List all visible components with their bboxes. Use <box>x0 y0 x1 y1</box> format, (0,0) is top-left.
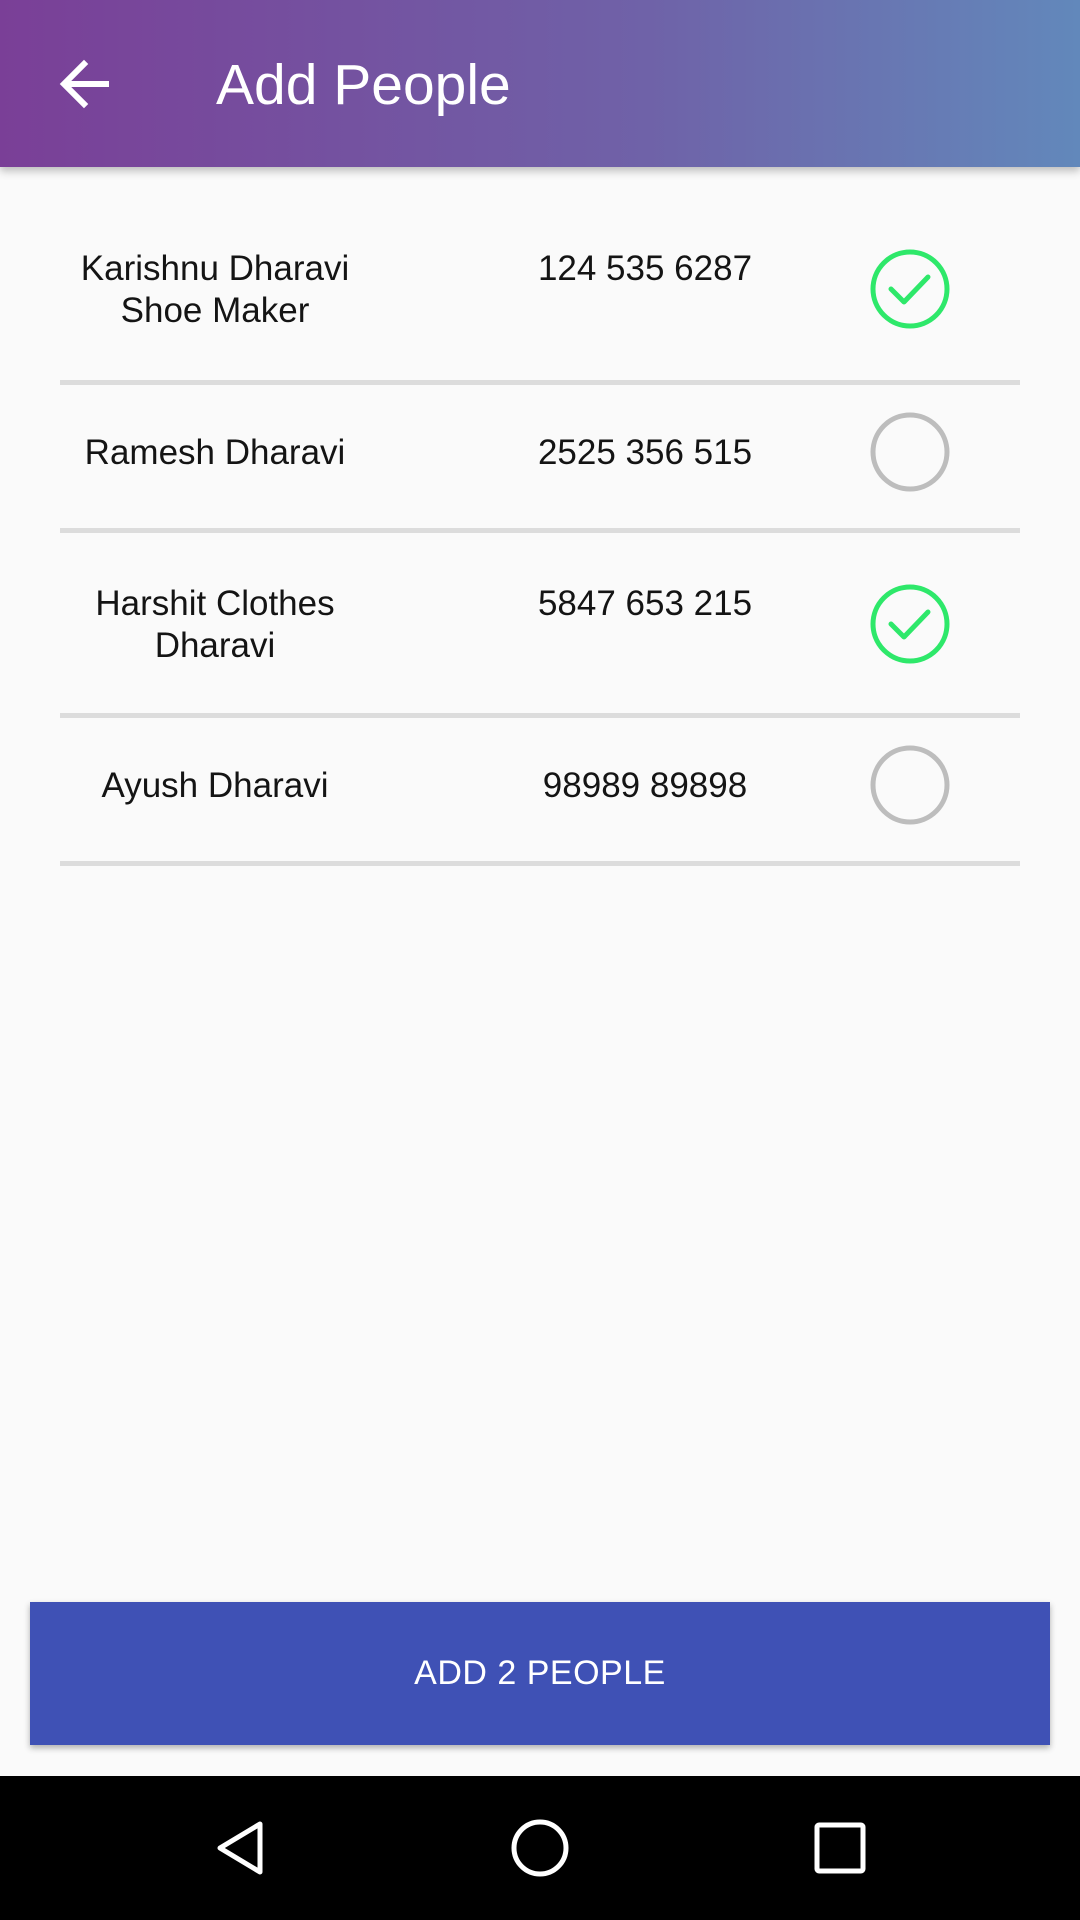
app-bar: Add People <box>0 0 1080 167</box>
list-item[interactable]: Ayush Dharavi 98989 89898 <box>60 718 1020 866</box>
arrow-back-icon <box>59 59 109 109</box>
contact-name: Harshit Clothes Dharavi <box>60 583 370 667</box>
unchecked-circle-icon[interactable] <box>869 744 951 826</box>
contact-name-line2: Shoe Maker <box>120 291 310 330</box>
contact-name-line1: Ramesh Dharavi <box>84 433 346 472</box>
contact-name-line1: Harshit Clothes <box>95 584 335 623</box>
contact-list: Karishnu Dharavi Shoe Maker 124 535 6287… <box>60 167 1020 866</box>
checked-circle-icon[interactable] <box>869 583 951 665</box>
nav-home-button[interactable] <box>490 1798 590 1898</box>
unchecked-circle-icon[interactable] <box>869 411 951 493</box>
nav-home-icon <box>511 1819 569 1877</box>
page-title: Add People <box>216 53 511 117</box>
contact-name-line1: Ayush Dharavi <box>101 766 329 805</box>
contact-phone: 124 535 6287 <box>537 249 753 288</box>
nav-back-icon <box>217 1821 263 1875</box>
list-item[interactable]: Ramesh Dharavi 2525 356 515 <box>60 385 1020 533</box>
contact-phone: 5847 653 215 <box>537 584 753 623</box>
contact-name-line1: Karishnu Dharavi <box>80 249 350 288</box>
contact-phone: 2525 356 515 <box>537 433 753 472</box>
list-item[interactable]: Harshit Clothes Dharavi 5847 653 215 <box>60 533 1020 718</box>
back-button[interactable] <box>40 44 128 124</box>
contact-name: Karishnu Dharavi Shoe Maker <box>60 248 370 332</box>
contact-phone: 98989 89898 <box>542 766 748 805</box>
nav-back-button[interactable] <box>190 1798 290 1898</box>
checked-circle-icon[interactable] <box>869 248 951 330</box>
nav-recents-button[interactable] <box>790 1798 890 1898</box>
contact-name: Ayush Dharavi <box>60 765 370 807</box>
contact-name-line2: Dharavi <box>154 626 276 665</box>
screen: Add People Karishnu Dharavi Shoe Maker 1… <box>0 0 1080 1920</box>
add-people-button[interactable]: ADD 2 PEOPLE <box>30 1602 1050 1745</box>
contact-name: Ramesh Dharavi <box>60 432 370 474</box>
nav-recents-icon <box>814 1822 866 1874</box>
list-item[interactable]: Karishnu Dharavi Shoe Maker 124 535 6287 <box>60 167 1020 385</box>
system-nav-bar <box>0 1776 1080 1920</box>
